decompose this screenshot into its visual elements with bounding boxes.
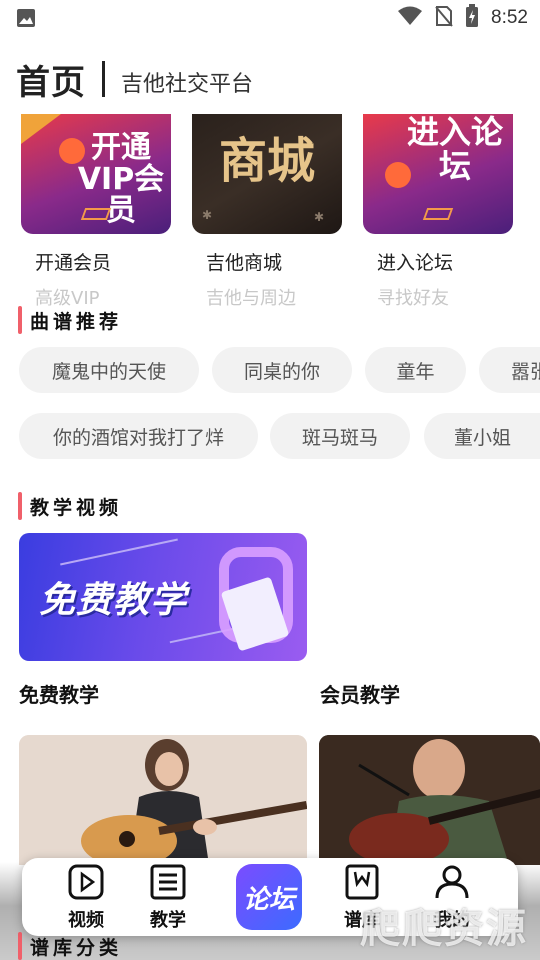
video-section-heading: 教学视频 xyxy=(18,491,122,521)
free-teaching-banner-text: 免费教学 xyxy=(39,580,188,621)
accent-bar xyxy=(18,306,22,334)
page-header: 首页 吉他社交平台 xyxy=(16,56,254,103)
clock: 8:52 xyxy=(491,7,528,28)
banner-label-vip[interactable]: 开通会员 xyxy=(35,248,111,275)
video-thumbnail[interactable] xyxy=(319,735,540,865)
nav-item-teaching[interactable]: 教学 xyxy=(138,864,198,932)
mall-banner-card[interactable]: 商城 ✱ ✱ xyxy=(192,114,342,234)
score-section-title: 曲谱推荐 xyxy=(30,310,123,333)
play-icon xyxy=(68,864,104,904)
page-title: 首页 xyxy=(16,62,86,103)
status-bar: 8:52 xyxy=(0,0,540,36)
score-chip[interactable]: 嚣张 xyxy=(479,347,540,393)
banner-label-mall[interactable]: 吉他商城 xyxy=(206,248,282,275)
battery-charging-icon xyxy=(465,4,479,32)
score-chip[interactable]: 你的酒馆对我打了烊 xyxy=(19,413,258,459)
forum-icon: 论坛 xyxy=(242,884,295,915)
score-chip[interactable]: 斑马斑马 xyxy=(270,413,410,459)
score-chip[interactable]: 魔鬼中的天使 xyxy=(19,347,199,393)
banner-sub-forum: 寻找好友 xyxy=(377,288,449,309)
score-chip[interactable]: 童年 xyxy=(365,347,466,393)
forum-banner-card[interactable]: 进入论坛 xyxy=(363,114,513,234)
banner-label-forum[interactable]: 进入论坛 xyxy=(377,248,453,275)
video-section-title: 教学视频 xyxy=(30,496,123,519)
emblem-icon xyxy=(80,208,112,220)
score-chip[interactable]: 董小姐 xyxy=(424,413,540,459)
watermark: 爬爬资源 xyxy=(360,906,528,952)
score-library-title: 谱库分类 xyxy=(30,936,123,959)
page-subtitle: 吉他社交平台 xyxy=(121,72,254,97)
no-sim-icon xyxy=(435,5,453,31)
list-icon xyxy=(150,864,186,904)
free-teaching-label[interactable]: 免费教学 xyxy=(19,679,99,708)
score-library-heading: 谱库分类 xyxy=(18,932,122,960)
score-chip[interactable]: 同桌的你 xyxy=(212,347,352,393)
video-thumbnail[interactable] xyxy=(19,735,307,865)
emblem-icon xyxy=(422,208,454,220)
vip-banner-card[interactable]: 开通VIP会员 xyxy=(21,114,171,234)
free-teaching-banner[interactable]: 免费教学 xyxy=(19,533,307,661)
member-teaching-label[interactable]: 会员教学 xyxy=(320,679,400,708)
mall-banner-text: 商城 xyxy=(218,133,315,189)
banner-sub-mall: 吉他与周边 xyxy=(206,288,296,309)
wifi-icon xyxy=(397,6,423,30)
nav-item-forum[interactable]: 论坛 xyxy=(236,864,302,930)
accent-bar xyxy=(18,492,22,520)
nav-label-video: 视频 xyxy=(68,910,104,931)
header-divider xyxy=(102,61,105,97)
nav-label-teaching: 教学 xyxy=(150,910,186,931)
nav-item-video[interactable]: 视频 xyxy=(56,864,116,932)
image-icon xyxy=(16,8,36,28)
score-section-heading: 曲谱推荐 xyxy=(18,305,122,335)
accent-bar xyxy=(18,932,22,960)
forum-banner-text: 进入论坛 xyxy=(406,114,503,185)
